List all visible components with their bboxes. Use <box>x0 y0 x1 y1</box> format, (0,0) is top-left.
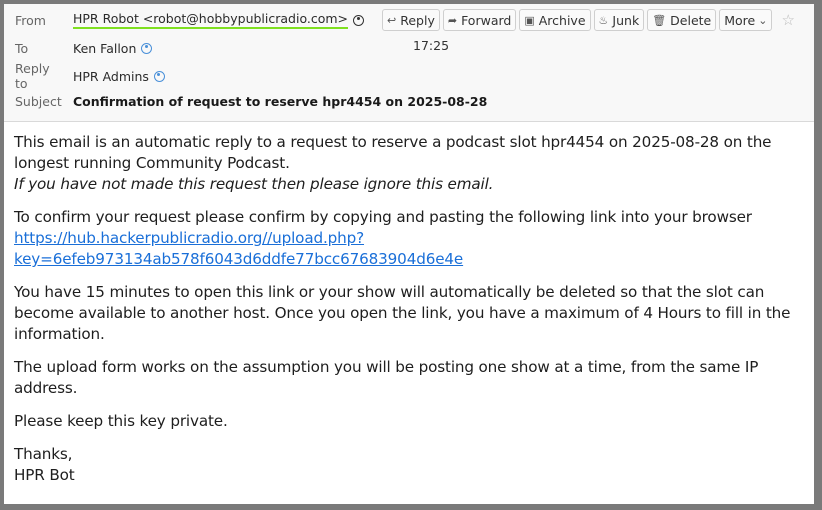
message-window: From HPR Robot <robot@hobbypublicradio.c… <box>4 4 814 504</box>
reply-button[interactable]: ↩ Reply <box>382 9 440 31</box>
message-body: This email is an automatic reply to a re… <box>4 122 814 486</box>
message-toolbar: ↩ Reply ➦ Forward ▣ Archive ♨ Junk 🗑 Del… <box>382 9 795 31</box>
junk-icon: ♨ <box>598 13 609 27</box>
reply-to-recipient[interactable]: HPR Admins <box>73 69 149 84</box>
upload-link[interactable]: https://hub.hackerpublicradio.org//uploa… <box>14 229 463 268</box>
archive-button[interactable]: ▣ Archive <box>519 9 591 31</box>
message-time: 17:25 <box>413 38 450 53</box>
reply-to-label: Reply to <box>15 61 50 91</box>
paragraph-timeout: You have 15 minutes to open this link or… <box>14 283 791 343</box>
paragraph-private: Please keep this key private. <box>14 412 228 430</box>
chevron-down-icon: ⌄ <box>758 13 768 27</box>
contact-icon[interactable] <box>141 42 153 54</box>
star-icon[interactable]: ☆ <box>781 11 794 29</box>
to-label: To <box>15 40 29 56</box>
to-recipient[interactable]: Ken Fallon <box>73 41 136 56</box>
paragraph-upload-form: The upload form works on the assumption … <box>14 358 759 397</box>
trash-icon: 🗑 <box>652 13 667 27</box>
paragraph-intro: This email is an automatic reply to a re… <box>14 133 772 193</box>
subject-text: Confirmation of request to reserve hpr44… <box>73 93 488 109</box>
from-address[interactable]: HPR Robot <robot@hobbypublicradio.com> <box>73 11 349 29</box>
paragraph-confirm: To confirm your request please confirm b… <box>14 208 752 268</box>
reply-icon: ↩ <box>387 13 397 27</box>
junk-button[interactable]: ♨ Junk <box>593 9 645 31</box>
subject-label: Subject <box>15 93 62 109</box>
forward-icon: ➦ <box>447 13 458 27</box>
more-button[interactable]: More ⌄ <box>719 9 773 31</box>
archive-icon: ▣ <box>524 13 535 27</box>
ignore-note: If you have not made this request then p… <box>14 175 494 193</box>
signature: Thanks, HPR Bot <box>14 445 75 484</box>
delete-button[interactable]: 🗑 Delete <box>647 9 717 31</box>
forward-button[interactable]: ➦ Forward <box>442 9 517 31</box>
contact-icon[interactable] <box>353 14 365 26</box>
contact-icon[interactable] <box>153 70 165 82</box>
message-header: From HPR Robot <robot@hobbypublicradio.c… <box>4 4 814 122</box>
from-label: From <box>15 12 46 28</box>
